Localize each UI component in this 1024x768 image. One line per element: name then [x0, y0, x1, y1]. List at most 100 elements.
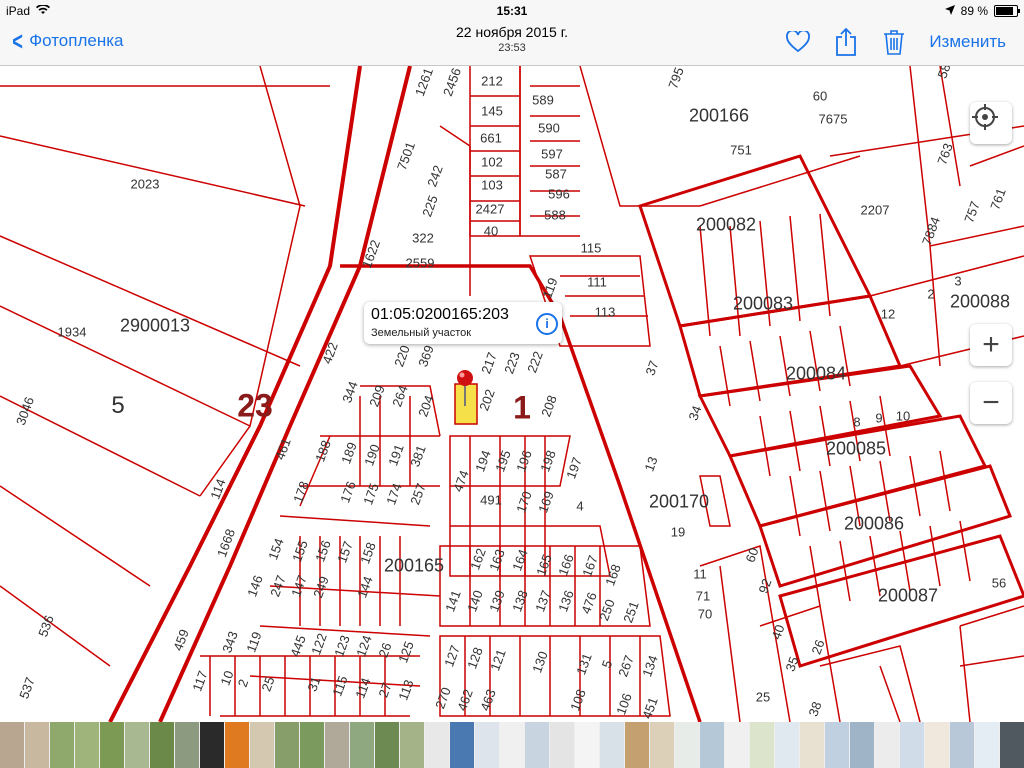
filmstrip-thumbnail[interactable] [200, 722, 224, 768]
parcel-label: 60 [812, 88, 828, 104]
photo-filmstrip[interactable] [0, 722, 1024, 768]
cadastral-map[interactable]: 2900013 2023 1934 5 3046 23 1 200165 200… [0, 66, 1024, 722]
parcel-label: 200165 [383, 555, 445, 576]
filmstrip-thumbnail[interactable] [775, 722, 799, 768]
parcel-label: 212 [481, 73, 503, 89]
cadastral-number: 01:05:0200165:203 [371, 306, 509, 323]
filmstrip-thumbnail[interactable] [25, 722, 49, 768]
zoom-in-button[interactable]: + [970, 324, 1012, 366]
parcel-label: 102 [481, 154, 503, 170]
locate-button[interactable] [970, 102, 1012, 144]
filmstrip-thumbnail[interactable] [675, 722, 699, 768]
filmstrip-thumbnail[interactable] [400, 722, 424, 768]
parcel-label: 56 [991, 575, 1007, 591]
filmstrip-thumbnail[interactable] [100, 722, 124, 768]
map-linework [0, 66, 1024, 722]
zoom-out-button[interactable]: − [970, 382, 1012, 424]
filmstrip-thumbnail[interactable] [925, 722, 949, 768]
parcel-type: Земельный участок [371, 327, 472, 339]
parcel-label: 590 [538, 120, 560, 136]
filmstrip-thumbnail[interactable] [250, 722, 274, 768]
filmstrip-thumbnail[interactable] [725, 722, 749, 768]
filmstrip-thumbnail[interactable] [150, 722, 174, 768]
filmstrip-thumbnail[interactable] [50, 722, 74, 768]
filmstrip-thumbnail[interactable] [300, 722, 324, 768]
back-button[interactable]: < Фотопленка [10, 26, 124, 56]
parcel-label: 71 [695, 588, 711, 604]
filmstrip-thumbnail[interactable] [550, 722, 574, 768]
filmstrip-thumbnail[interactable] [950, 722, 974, 768]
filmstrip-thumbnail[interactable] [475, 722, 499, 768]
filmstrip-thumbnail[interactable] [75, 722, 99, 768]
parcel-label: 587 [545, 166, 567, 182]
heart-icon[interactable] [785, 28, 811, 56]
filmstrip-thumbnail[interactable] [875, 722, 899, 768]
filmstrip-thumbnail[interactable] [825, 722, 849, 768]
edit-button[interactable]: Изменить [929, 32, 1006, 52]
filmstrip-thumbnail[interactable] [900, 722, 924, 768]
share-icon[interactable] [833, 28, 859, 56]
parcel-label: 200083 [732, 293, 794, 314]
filmstrip-thumbnail[interactable] [375, 722, 399, 768]
parcel-label: 2427 [475, 201, 505, 217]
filmstrip-thumbnail[interactable] [700, 722, 724, 768]
parcel-label: 597 [541, 146, 563, 162]
parcel-label: 145 [481, 103, 503, 119]
location-arrow-icon [944, 4, 955, 18]
parcel-label: 200088 [949, 291, 1011, 312]
parcel-label: 200082 [695, 214, 757, 235]
battery-percent: 89 % [960, 4, 988, 18]
filmstrip-thumbnail[interactable] [975, 722, 999, 768]
parcel-label: 4 [576, 498, 584, 514]
filmstrip-thumbnail[interactable] [125, 722, 149, 768]
parcel-label: 8 [853, 414, 861, 430]
parcel-label: 200166 [688, 105, 750, 126]
filmstrip-thumbnail[interactable] [500, 722, 524, 768]
parcel-label: 10 [895, 408, 911, 424]
parcel-label: 2207 [860, 202, 890, 218]
parcel-label: 70 [697, 606, 713, 622]
filmstrip-thumbnail[interactable] [850, 722, 874, 768]
filmstrip-thumbnail[interactable] [600, 722, 624, 768]
parcel-label: 2559 [405, 255, 435, 271]
parcel-label: 111 [587, 274, 607, 290]
filmstrip-thumbnail[interactable] [625, 722, 649, 768]
back-button-label: Фотопленка [29, 31, 124, 50]
parcel-label: 589 [532, 92, 554, 108]
parcel-label: 115 [580, 240, 602, 256]
parcel-label: 491 [480, 492, 502, 508]
filmstrip-thumbnail[interactable] [525, 722, 549, 768]
filmstrip-thumbnail[interactable] [225, 722, 249, 768]
clock: 15:31 [496, 4, 528, 18]
parcel-label: 3 [954, 273, 962, 289]
parcel-label: 596 [548, 186, 570, 202]
parcel-label: 661 [480, 130, 502, 146]
parcel-label: 2900013 [119, 315, 191, 336]
filmstrip-thumbnail[interactable] [750, 722, 774, 768]
quarter-label: 23 [237, 387, 273, 424]
parcel-label: 751 [730, 142, 752, 158]
filmstrip-thumbnail[interactable] [450, 722, 474, 768]
parcel-label: 200087 [877, 585, 939, 606]
filmstrip-thumbnail[interactable] [275, 722, 299, 768]
filmstrip-thumbnail[interactable] [425, 722, 449, 768]
parcel-label: 1934 [57, 324, 87, 340]
chevron-left-icon: < [12, 26, 23, 56]
filmstrip-thumbnail[interactable] [575, 722, 599, 768]
filmstrip-thumbnail[interactable] [350, 722, 374, 768]
navigation-bar: < Фотопленка 22 ноября 2015 г. 23:53 Изм… [0, 22, 1024, 66]
parcel-label: 11 [693, 566, 707, 582]
filmstrip-thumbnail[interactable] [175, 722, 199, 768]
filmstrip-thumbnail[interactable] [800, 722, 824, 768]
parcel-label: 200085 [825, 438, 887, 459]
parcel-label: 12 [880, 306, 896, 322]
filmstrip-thumbnail[interactable] [0, 722, 24, 768]
info-icon[interactable]: i [536, 313, 558, 335]
filmstrip-thumbnail[interactable] [650, 722, 674, 768]
status-bar: iPad 15:31 89 % [0, 0, 1024, 22]
filmstrip-thumbnail[interactable] [325, 722, 349, 768]
parcel-label: 322 [412, 230, 434, 246]
trash-icon[interactable] [881, 28, 907, 56]
filmstrip-thumbnail[interactable] [1000, 722, 1024, 768]
parcel-callout[interactable]: 01:05:0200165:203 Земельный участок i [364, 302, 562, 344]
